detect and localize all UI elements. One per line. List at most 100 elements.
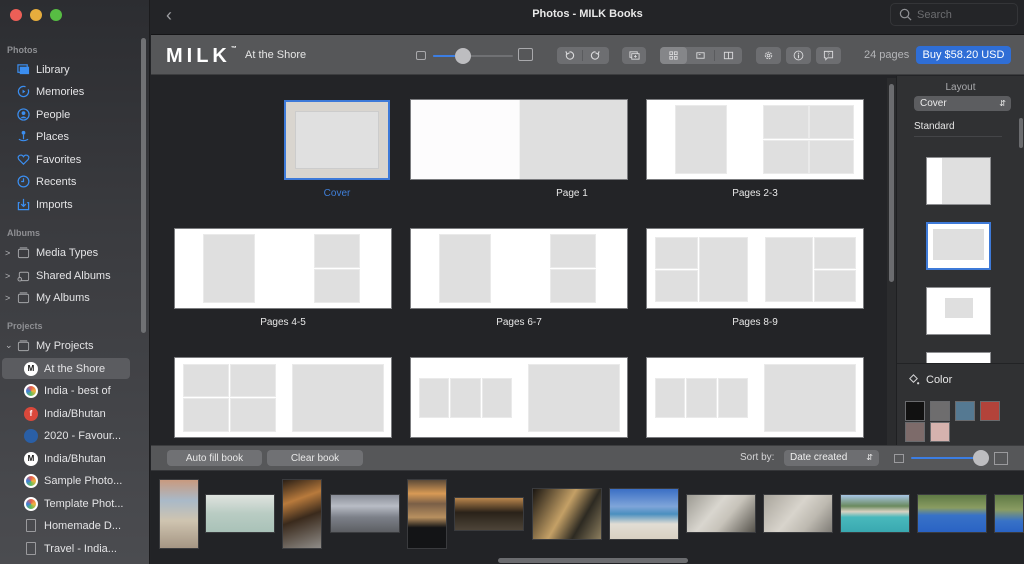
- sidebar-item-media-types[interactable]: > Media Types: [0, 242, 138, 263]
- close-window-button[interactable]: [10, 9, 22, 21]
- photo-placeholder[interactable]: [655, 378, 685, 418]
- project-homemade[interactable]: Homemade D...: [0, 515, 138, 536]
- project-india-bhutan-milk[interactable]: M India/Bhutan: [0, 448, 138, 469]
- grid-view-button[interactable]: [660, 47, 687, 64]
- settings-button[interactable]: [756, 47, 781, 64]
- spread[interactable]: [410, 357, 628, 438]
- zoom-slider-knob[interactable]: [455, 48, 472, 64]
- photo-placeholder[interactable]: [550, 269, 596, 303]
- chevron-down-icon[interactable]: ⌄: [5, 340, 13, 351]
- photo-placeholder[interactable]: [230, 364, 276, 397]
- info-button[interactable]: [786, 47, 811, 64]
- photo-placeholder[interactable]: [230, 398, 276, 432]
- zoom-slider[interactable]: [433, 48, 513, 64]
- color-swatch-black[interactable]: [905, 401, 925, 421]
- sidebar-item-recents[interactable]: Recents: [0, 171, 138, 192]
- photo-placeholder[interactable]: [482, 378, 512, 418]
- color-swatch-mauve[interactable]: [905, 422, 925, 442]
- photo-thumbnail[interactable]: [205, 494, 275, 533]
- photo-placeholder[interactable]: [675, 105, 727, 174]
- sidebar-item-my-albums[interactable]: > My Albums: [0, 287, 138, 308]
- minimize-window-button[interactable]: [30, 9, 42, 21]
- project-2020-favourites[interactable]: 2020 - Favour...: [0, 425, 138, 446]
- photo-placeholder[interactable]: [550, 234, 596, 268]
- photo-placeholder[interactable]: [809, 105, 854, 139]
- canvas-scrollbar[interactable]: [887, 78, 896, 445]
- large-thumbnail-icon[interactable]: [994, 452, 1008, 465]
- photo-placeholder[interactable]: [655, 270, 698, 302]
- clear-book-button[interactable]: Clear book: [267, 450, 363, 466]
- color-swatch-blue[interactable]: [955, 401, 975, 421]
- chevron-right-icon[interactable]: >: [5, 248, 10, 258]
- photo-placeholder[interactable]: [814, 270, 856, 302]
- photo-placeholder[interactable]: [655, 237, 698, 269]
- photo-thumbnail[interactable]: [407, 479, 447, 549]
- chevron-right-icon[interactable]: >: [5, 293, 10, 303]
- photo-placeholder[interactable]: [314, 269, 360, 303]
- photo-thumbnail[interactable]: [994, 494, 1024, 533]
- photo-strip-scrollbar[interactable]: [498, 558, 688, 563]
- photo-placeholder[interactable]: [718, 378, 748, 418]
- small-thumbnail-icon[interactable]: [894, 454, 904, 463]
- spread-pages-6-7[interactable]: [410, 228, 628, 309]
- sidebar-item-favorites[interactable]: Favorites: [0, 149, 138, 170]
- add-page-button[interactable]: [622, 47, 646, 64]
- sidebar-item-imports[interactable]: Imports: [0, 194, 138, 215]
- layout-option-selected[interactable]: [926, 222, 991, 270]
- spread[interactable]: [174, 357, 392, 438]
- sort-by-select[interactable]: Date created ⇵: [784, 450, 879, 466]
- project-at-the-shore[interactable]: M At the Shore: [2, 358, 130, 379]
- layout-option[interactable]: [926, 157, 991, 205]
- sidebar-item-memories[interactable]: Memories: [0, 81, 138, 102]
- spread-page-1[interactable]: [410, 99, 628, 180]
- photo-placeholder[interactable]: [699, 237, 748, 302]
- redo-button[interactable]: [583, 47, 608, 64]
- project-india-bhutan[interactable]: f India/Bhutan: [0, 403, 138, 424]
- photo-placeholder[interactable]: [765, 237, 813, 302]
- zoom-in-icon[interactable]: [518, 48, 533, 61]
- photo-thumbnail[interactable]: [532, 488, 602, 540]
- sidebar-item-shared-albums[interactable]: > Shared Albums: [0, 265, 138, 286]
- photo-placeholder[interactable]: [814, 237, 856, 269]
- project-travel-india[interactable]: Travel - India...: [0, 538, 138, 559]
- project-india-best-of[interactable]: India - best of: [0, 380, 138, 401]
- color-swatch-gray[interactable]: [930, 401, 950, 421]
- photo-thumbnail[interactable]: [686, 494, 756, 533]
- photo-thumbnail[interactable]: [454, 497, 524, 531]
- spread-pages-8-9[interactable]: [646, 228, 864, 309]
- photo-placeholder[interactable]: [183, 364, 229, 397]
- spread-pages-4-5[interactable]: [174, 228, 392, 309]
- photo-thumbnail[interactable]: [840, 494, 910, 533]
- spread[interactable]: [646, 357, 864, 438]
- page-view-button[interactable]: [687, 47, 714, 64]
- photo-placeholder[interactable]: [809, 140, 854, 174]
- sidebar-item-places[interactable]: Places: [0, 126, 138, 147]
- layout-scroll-thumb[interactable]: [1019, 118, 1023, 148]
- photo-thumbnail[interactable]: [917, 494, 987, 533]
- photo-placeholder[interactable]: [183, 398, 229, 432]
- sidebar-item-library[interactable]: Library: [0, 59, 138, 80]
- chevron-right-icon[interactable]: >: [5, 271, 10, 281]
- help-button[interactable]: ?: [816, 47, 841, 64]
- photo-placeholder[interactable]: [419, 378, 449, 418]
- undo-button[interactable]: [557, 47, 582, 64]
- zoom-out-icon[interactable]: [416, 51, 426, 60]
- photo-thumbnail[interactable]: [330, 494, 400, 533]
- photo-placeholder[interactable]: [763, 140, 809, 174]
- layout-scrollbar[interactable]: [1018, 118, 1024, 358]
- color-swatch-red[interactable]: [980, 401, 1000, 421]
- photo-placeholder[interactable]: [203, 234, 255, 303]
- photo-placeholder[interactable]: [314, 234, 360, 268]
- photo-placeholder[interactable]: [764, 364, 856, 432]
- thumbnail-size-slider[interactable]: [911, 450, 989, 466]
- auto-fill-book-button[interactable]: Auto fill book: [167, 450, 262, 466]
- color-swatch-pink[interactable]: [930, 422, 950, 442]
- sidebar-item-people[interactable]: People: [0, 104, 138, 125]
- buy-button[interactable]: Buy $58.20 USD: [916, 46, 1011, 64]
- project-template-photo[interactable]: Template Phot...: [0, 493, 138, 514]
- layout-option[interactable]: [926, 287, 991, 335]
- photo-placeholder[interactable]: [519, 100, 627, 179]
- photo-placeholder[interactable]: [439, 234, 491, 303]
- photo-thumbnail[interactable]: [763, 494, 833, 533]
- thumbnail-size-knob[interactable]: [972, 450, 989, 466]
